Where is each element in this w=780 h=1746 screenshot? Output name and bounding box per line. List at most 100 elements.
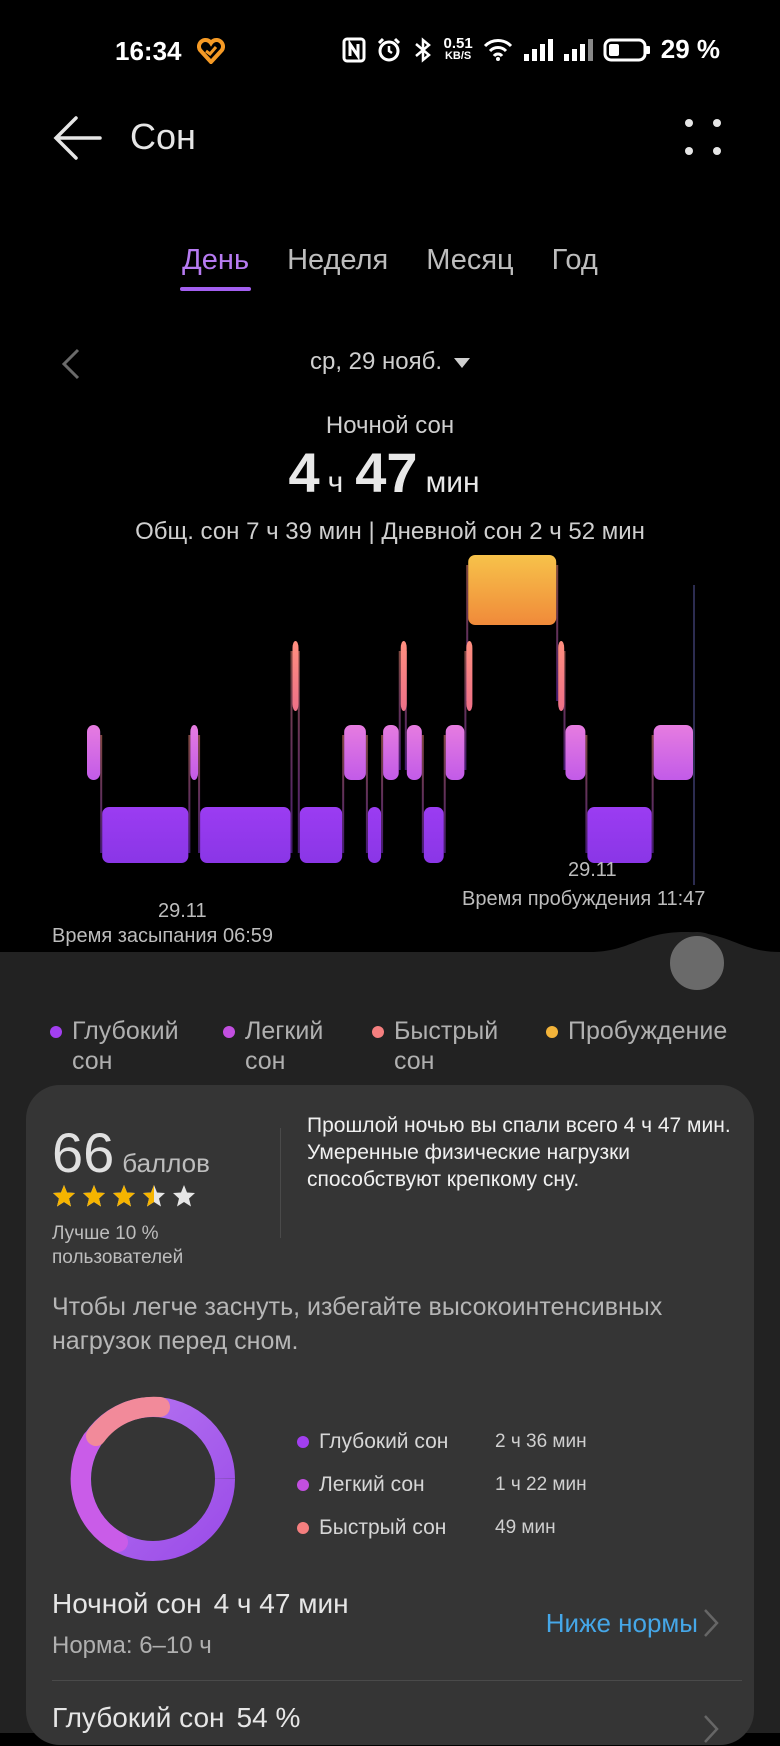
donut-rem [86,1396,170,1446]
score-unit: баллов [122,1148,210,1178]
stage-transition [188,735,191,853]
tab-month[interactable]: Месяц [424,238,515,291]
tab-day[interactable]: День [180,238,251,291]
sleep-score: 66 баллов [52,1120,210,1185]
stage-bar-deep [102,807,189,863]
score-value: 66 [52,1121,115,1184]
deep-sleep-row-title: Глубокий сон 54 % [52,1702,301,1733]
night-sleep-status-link[interactable]: Ниже нормы [546,1608,698,1639]
stage-bar-light [445,725,465,780]
stage-transition [464,651,467,770]
stage-bar-light [565,725,586,780]
stage-bar-rem [292,641,299,711]
star-icon [113,1185,135,1207]
stage-bar-light [190,725,199,780]
wifi-icon [483,38,512,61]
stage-transition [421,735,424,853]
drag-handle[interactable] [666,932,728,994]
stage-transition [365,735,368,853]
tab-week[interactable]: Неделя [285,238,390,291]
page-title: Сон [130,116,196,157]
legend-rem: Быстрый сон [372,1016,546,1076]
star-icon [143,1185,165,1207]
stage-bar-light [87,725,101,780]
caret-down-icon [454,357,471,368]
stage-bar-awake [468,555,557,625]
heart-badge-icon [197,38,225,64]
arrow-left-icon [53,116,102,160]
stage-bar-rem [400,641,407,711]
star-icon [83,1185,105,1207]
stage-bar-deep [587,807,652,863]
stage-bar-rem [466,641,473,711]
stage-bar-deep [299,807,343,863]
breakdown-dot [297,1478,309,1491]
hours-value: 4 [288,441,320,504]
sleep-time-label: Время засыпания 06:59 [52,925,273,947]
date-text: ср, 29 нояб. [309,348,443,375]
sleep-date-label: 29.11 [158,900,207,922]
legend-awake: Пробуждение [546,1016,736,1076]
bluetooth-icon [414,36,431,63]
stage-transition [290,651,293,853]
stage-transition [651,735,654,853]
breakdown-deep: Глубокий сон 2 ч 36 мин [297,1420,717,1463]
stage-transition [100,735,103,853]
stage-bar-deep [367,807,382,863]
sleep-tip: Чтобы легче заснуть, избегайте высокоинт… [52,1293,663,1355]
minutes-value: 47 [355,441,418,504]
night-sleep-row-title: Ночной сон 4 ч 47 мин [52,1588,349,1619]
chevron-right-icon[interactable] [700,1712,722,1746]
stage-bar-light [383,725,399,780]
tab-year[interactable]: Год [550,238,600,291]
alarm-icon [377,37,400,61]
row-divider [52,1680,742,1681]
battery-icon [603,38,650,61]
stage-transition [585,735,588,853]
total-sleep-line: Общ. сон 7 ч 39 мин | Дневной сон 2 ч 52… [135,518,645,545]
period-tabs: День Неделя Месяц Год [0,238,780,291]
legend-light: Легкий сон [223,1016,372,1076]
nfc-icon [342,37,366,62]
hours-unit: ч [327,466,344,499]
signal-icon [523,38,553,61]
stage-bar-light [653,725,693,780]
stage-bar-deep [423,807,444,863]
net-speed: 0.51 KB/S [443,34,473,62]
back-button[interactable] [50,110,106,166]
stage-legend: Глубокий сон Легкий сон Быстрый сон Проб… [50,1016,750,1076]
legend-deep: Глубокий сон [50,1016,223,1076]
stage-transition [342,735,345,853]
donut-light [70,1430,128,1552]
star-icon [173,1185,195,1207]
legend-dot [546,1026,558,1038]
breakdown-light: Легкий сон 1 ч 22 мин [297,1463,717,1506]
more-button[interactable] [678,112,728,162]
signal-icon-2 [563,38,593,61]
better-than-users: Лучше 10 % пользователей [52,1223,184,1268]
date-selector[interactable]: ср, 29 нояб. [0,348,780,376]
sleep-stage-chart: 29.11 Время пробуждения 11:47 29.11 Врем… [52,555,705,947]
score-description: Прошлой ночью вы спали всего 4 ч 47 мин.… [307,1114,731,1191]
status-time: 16:34 [115,36,182,66]
legend-dot [50,1026,62,1038]
minutes-unit: мин [425,466,480,499]
stage-bar-light [406,725,422,780]
stage-transition [398,651,401,770]
status-icons: 0.51 KB/S 29 % [342,34,720,65]
stage-transition [556,565,559,701]
legend-dot [372,1026,384,1038]
star-icon [53,1185,75,1207]
more-dots-icon [685,119,721,155]
stage-transition [443,735,446,853]
stage-bar-rem [558,641,565,711]
stage-donut-chart [70,1396,235,1561]
night-sleep-label: Ночной сон [325,412,455,439]
breakdown-dot [297,1521,309,1534]
score-stars [52,1184,196,1208]
night-sleep-value: 4 ч 47 мин [0,440,780,505]
chevron-right-icon[interactable] [700,1606,722,1640]
stage-transition [381,735,384,853]
wake-date-label: 29.11 [568,859,617,881]
night-sleep-norm: Норма: 6–10 ч [52,1632,212,1659]
